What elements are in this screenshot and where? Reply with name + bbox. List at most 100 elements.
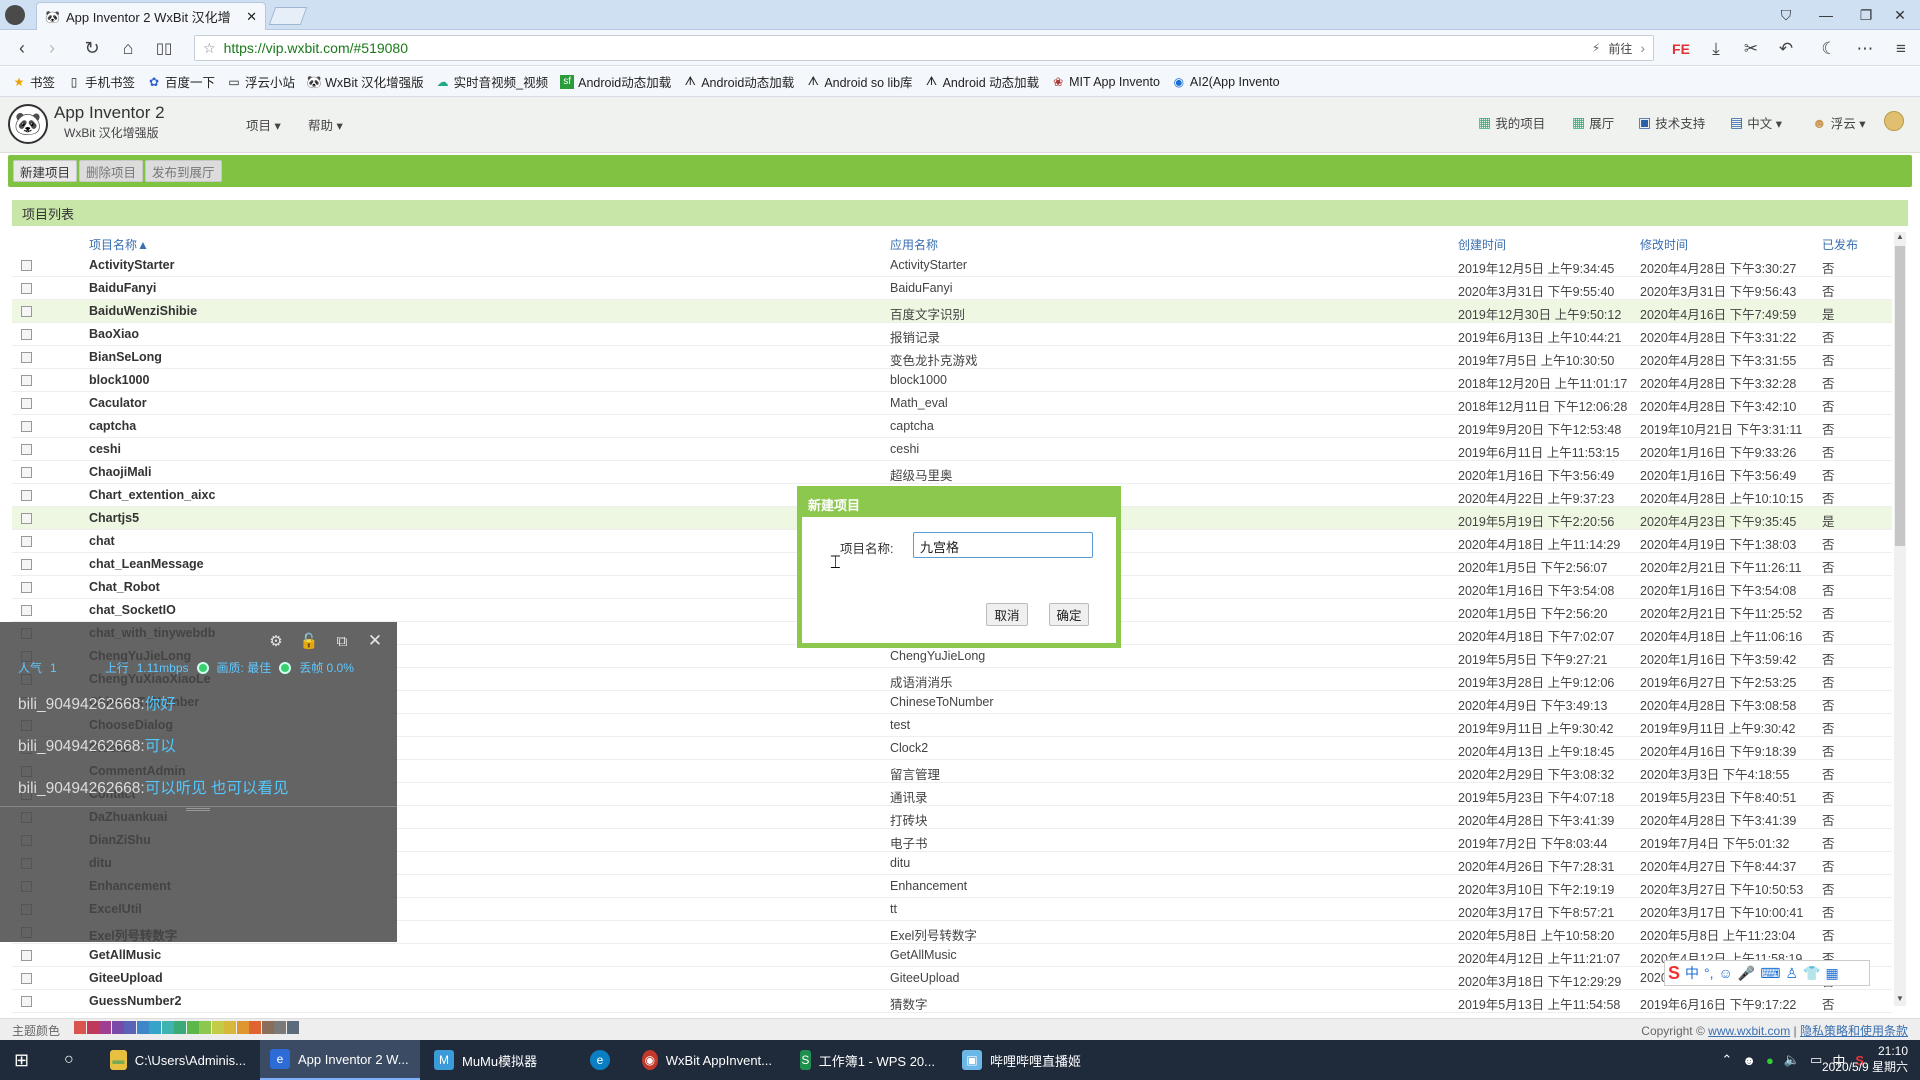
bookmark-item[interactable]: ❀ MIT App Invento bbox=[1051, 75, 1160, 89]
ime-toolbar[interactable]: S 中 °, ☺ 🎤 ⌨ ♙ 👕 ▦ bbox=[1664, 960, 1870, 986]
bookmark-item[interactable]: 🐼 WxBit 汉化增强版 bbox=[307, 72, 424, 91]
reload-icon[interactable]: ↻ bbox=[80, 37, 104, 59]
bookmark-item[interactable]: ◉ AI2(App Invento bbox=[1172, 75, 1280, 89]
theme-swatch[interactable] bbox=[174, 1021, 186, 1034]
nav-my-projects[interactable]: ▦ 我的项目 bbox=[1478, 113, 1545, 132]
new-project-button[interactable]: 新建项目 bbox=[13, 160, 78, 182]
table-row[interactable]: block1000 block1000 2018年12月20日 上午11:01:17… bbox=[12, 369, 1892, 392]
theme-swatch[interactable] bbox=[249, 1021, 261, 1034]
bookmark-item[interactable]: sf Android动态加载 bbox=[560, 72, 671, 91]
theme-swatch[interactable] bbox=[236, 1021, 249, 1034]
popout-icon[interactable]: ⧉ bbox=[331, 630, 353, 652]
table-row[interactable]: BaoXiao 报销记录 2019年6月13日 上午10:44:21 2020年4月2… bbox=[12, 323, 1892, 346]
row-checkbox[interactable] bbox=[21, 996, 32, 1007]
search-icon[interactable]: ○ bbox=[54, 1040, 84, 1080]
table-row[interactable]: ActivityStarter ActivityStarter 2019年12月5日… bbox=[12, 254, 1892, 277]
row-checkbox[interactable] bbox=[21, 582, 32, 593]
keyboard-icon[interactable]: ⌨ bbox=[1760, 965, 1780, 982]
row-checkbox[interactable] bbox=[21, 283, 32, 294]
qq-icon[interactable]: ☻ bbox=[1742, 1053, 1756, 1068]
table-row[interactable]: Caculator Math_eval 2018年12月11日 下午12:06:28… bbox=[12, 392, 1892, 415]
theme-swatch[interactable] bbox=[224, 1021, 236, 1034]
column-created[interactable]: 创建时间 bbox=[1458, 236, 1506, 253]
table-row[interactable]: BaiduFanyi BaiduFanyi 2020年3月31日 下午9:55:40… bbox=[12, 277, 1892, 300]
project-name-cell[interactable]: ChaojiMali bbox=[89, 465, 152, 479]
back-icon[interactable]: ‹ bbox=[10, 37, 34, 59]
network-icon[interactable]: ▭ bbox=[1810, 1052, 1822, 1068]
chinese-mode-icon[interactable]: 中 bbox=[1685, 963, 1699, 983]
theme-swatch[interactable] bbox=[274, 1021, 286, 1034]
start-button[interactable]: ⊞ bbox=[4, 1040, 39, 1080]
theme-swatch[interactable] bbox=[136, 1021, 149, 1034]
menu-help[interactable]: 帮助 ▾ bbox=[308, 115, 343, 134]
project-name-cell[interactable]: Chat_Robot bbox=[89, 580, 160, 594]
theme-swatch[interactable] bbox=[86, 1021, 99, 1034]
user-icon[interactable]: ♙ bbox=[1785, 965, 1798, 982]
project-name-cell[interactable]: BianSeLong bbox=[89, 350, 162, 364]
row-checkbox[interactable] bbox=[21, 605, 32, 616]
project-name-cell[interactable]: GuessNumber2 bbox=[89, 994, 181, 1008]
row-checkbox[interactable] bbox=[21, 375, 32, 386]
project-name-input[interactable]: 九宫格 bbox=[913, 532, 1093, 558]
taskbar-wps[interactable]: S 工作簿1 - WPS 20... bbox=[790, 1040, 945, 1080]
nav-language[interactable]: ▤ 中文 ▾ bbox=[1730, 113, 1782, 132]
theme-swatch[interactable] bbox=[261, 1021, 274, 1034]
scissors-icon[interactable]: ✂ bbox=[1738, 37, 1764, 61]
row-checkbox[interactable] bbox=[21, 260, 32, 271]
row-checkbox[interactable] bbox=[21, 513, 32, 524]
project-name-cell[interactable]: GiteeUpload bbox=[89, 971, 163, 985]
theme-swatch[interactable] bbox=[111, 1021, 124, 1034]
publish-gallery-button[interactable]: 发布到展厅 bbox=[145, 160, 222, 182]
night-mode-icon[interactable]: ☾ bbox=[1816, 37, 1842, 61]
bookmark-item[interactable]: ★ 书签 bbox=[12, 72, 55, 91]
bookmark-item[interactable]: ᗑ Android动态加载 bbox=[683, 72, 795, 91]
taskbar-explorer[interactable]: ▬ C:\Users\Adminis... bbox=[100, 1040, 256, 1080]
go-button[interactable]: 前往 bbox=[1608, 40, 1632, 57]
taskbar-browser[interactable]: e App Inventor 2 W... bbox=[260, 1040, 420, 1080]
taskbar-wxbit[interactable]: ◉ WxBit AppInvent... bbox=[632, 1040, 782, 1080]
bookmark-item[interactable]: ▯ 手机书签 bbox=[67, 72, 135, 91]
taskbar-bilibili[interactable]: ▣ 哔哩哔哩直播姬 bbox=[952, 1040, 1110, 1080]
theme-swatch[interactable] bbox=[161, 1021, 174, 1034]
bookmark-item[interactable]: ᗑ Android so lib库 bbox=[806, 72, 913, 91]
theme-swatch[interactable] bbox=[149, 1021, 161, 1034]
nav-user[interactable]: ☻ 浮云 ▾ bbox=[1812, 113, 1865, 132]
column-published[interactable]: 已发布 bbox=[1822, 236, 1858, 253]
bookmark-item[interactable]: ▭ 浮云小站 bbox=[227, 72, 295, 91]
close-icon[interactable]: ✕ bbox=[364, 630, 386, 652]
project-name-cell[interactable]: Chart_extention_aixc bbox=[89, 488, 215, 502]
undo-icon[interactable]: ↶ bbox=[1773, 37, 1799, 61]
close-window-button[interactable]: ✕ bbox=[1880, 4, 1920, 26]
column-project-name[interactable]: 项目名称▲ bbox=[89, 236, 149, 253]
row-checkbox[interactable] bbox=[21, 559, 32, 570]
download-icon[interactable]: ⤓ bbox=[1703, 37, 1729, 61]
privacy-link[interactable]: 隐私策略和使用条款 bbox=[1800, 1024, 1908, 1038]
table-row[interactable]: ceshi ceshi 2019年6月11日 上午11:53:15 2020年1月16… bbox=[12, 438, 1892, 461]
row-checkbox[interactable] bbox=[21, 306, 32, 317]
forward-icon[interactable]: › bbox=[40, 37, 64, 59]
column-app-name[interactable]: 应用名称 bbox=[890, 236, 938, 253]
project-name-cell[interactable]: chat bbox=[89, 534, 115, 548]
row-checkbox[interactable] bbox=[21, 467, 32, 478]
menu-icon[interactable]: ≡ bbox=[1888, 37, 1914, 61]
more-icon[interactable]: ⋯ bbox=[1852, 37, 1878, 61]
website-link[interactable]: www.wxbit.com bbox=[1708, 1024, 1790, 1038]
sogou-logo-icon[interactable]: S bbox=[1668, 963, 1680, 984]
row-checkbox[interactable] bbox=[21, 421, 32, 432]
mic-icon[interactable]: 🎤 bbox=[1738, 965, 1755, 982]
wechat-icon[interactable]: ● bbox=[1766, 1053, 1774, 1068]
table-row[interactable]: GuessNumber2 猜数字 2019年5月13日 上午11:54:58 2019… bbox=[12, 990, 1892, 1013]
row-checkbox[interactable] bbox=[21, 352, 32, 363]
theme-swatch[interactable] bbox=[286, 1021, 299, 1034]
pin-icon[interactable]: ⛉ bbox=[1766, 4, 1806, 26]
table-row[interactable]: BaiduWenziShibie 百度文字识别 2019年12月30日 上午9:50… bbox=[12, 300, 1892, 323]
delete-project-button[interactable]: 删除项目 bbox=[79, 160, 144, 182]
bookmark-item[interactable]: ✿ 百度一下 bbox=[147, 72, 215, 91]
theme-swatch[interactable] bbox=[74, 1021, 86, 1034]
theme-swatch[interactable] bbox=[199, 1021, 211, 1034]
home-icon[interactable]: ⌂ bbox=[116, 37, 140, 59]
table-row[interactable]: GetAllMusic GetAllMusic 2020年4月12日 上午11:21… bbox=[12, 944, 1892, 967]
project-name-cell[interactable]: BaiduWenziShibie bbox=[89, 304, 197, 318]
close-tab-icon[interactable]: ✕ bbox=[246, 9, 257, 25]
row-checkbox[interactable] bbox=[21, 444, 32, 455]
